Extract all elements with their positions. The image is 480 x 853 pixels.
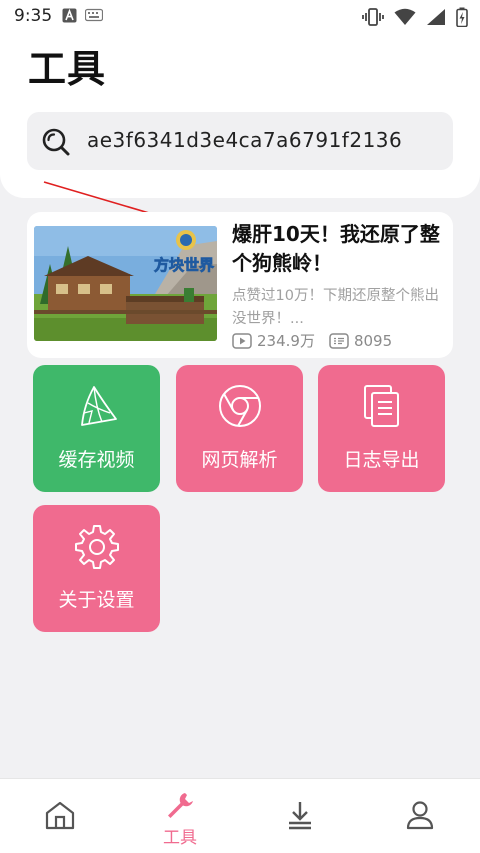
cache-video-label: 缓存视频 [58,449,135,471]
download-icon[interactable] [284,799,316,831]
document-icon [363,385,399,427]
gear-icon [74,525,119,569]
video-card[interactable]: 方块世界 爆肝10天！我还原了整个狗熊岭！ 点赞过10万！下期还原整个熊出没世界… [27,212,453,358]
input-method-icon [62,8,77,23]
nav-tools[interactable]: 工具 [120,779,240,853]
signal-icon [427,9,445,25]
cache-video-button[interactable]: 缓存视频 [33,365,160,492]
video-stats: 234.9万 8095 [232,330,392,351]
view-count: 234.9万 [257,332,315,350]
nav-profile[interactable] [360,779,480,853]
comment-count: 8095 [353,331,393,350]
log-export-label: 日志导出 [343,449,420,471]
page-title: 工具 [28,47,107,91]
web-parse-label: 网页解析 [201,449,278,471]
play-icon [232,332,252,349]
status-time: 9:35 [14,6,53,26]
danmaku-icon [329,332,349,349]
web-parse-button[interactable]: 网页解析 [176,365,303,492]
nav-home[interactable] [0,779,120,853]
search-input[interactable]: ae3f6341d3e4ca7a6791f2136 [27,112,453,170]
log-export-button[interactable]: 日志导出 [318,365,445,492]
nav-download[interactable] [240,779,360,853]
wrench-icon[interactable] [165,791,195,821]
about-settings-label: 关于设置 [58,589,135,611]
thumbnail-logo: 方块世界 [154,256,214,274]
user-icon[interactable] [404,799,436,831]
video-thumbnail[interactable]: 方块世界 [34,226,217,341]
status-bar: 9:35 [0,0,480,34]
wifi-icon [394,8,416,25]
video-title[interactable]: 爆肝10天！我还原了整个狗熊岭！ [232,220,447,278]
video-description: 点赞过10万！下期还原整个熊出没世界！... [232,288,439,327]
search-icon[interactable] [41,127,71,157]
header: 工具 ae3f6341d3e4ca7a6791f2136 [0,34,480,198]
search-input-value[interactable]: ae3f6341d3e4ca7a6791f2136 [87,128,443,152]
keyboard-icon [85,8,103,22]
battery-icon [456,7,468,27]
bottom-nav: 工具 [0,778,480,853]
about-settings-button[interactable]: 关于设置 [33,505,160,632]
zongzi-icon [80,386,117,426]
nav-tools-label: 工具 [163,828,197,848]
home-icon[interactable] [44,799,76,831]
chrome-icon [218,385,261,427]
vibrate-icon [362,8,384,26]
